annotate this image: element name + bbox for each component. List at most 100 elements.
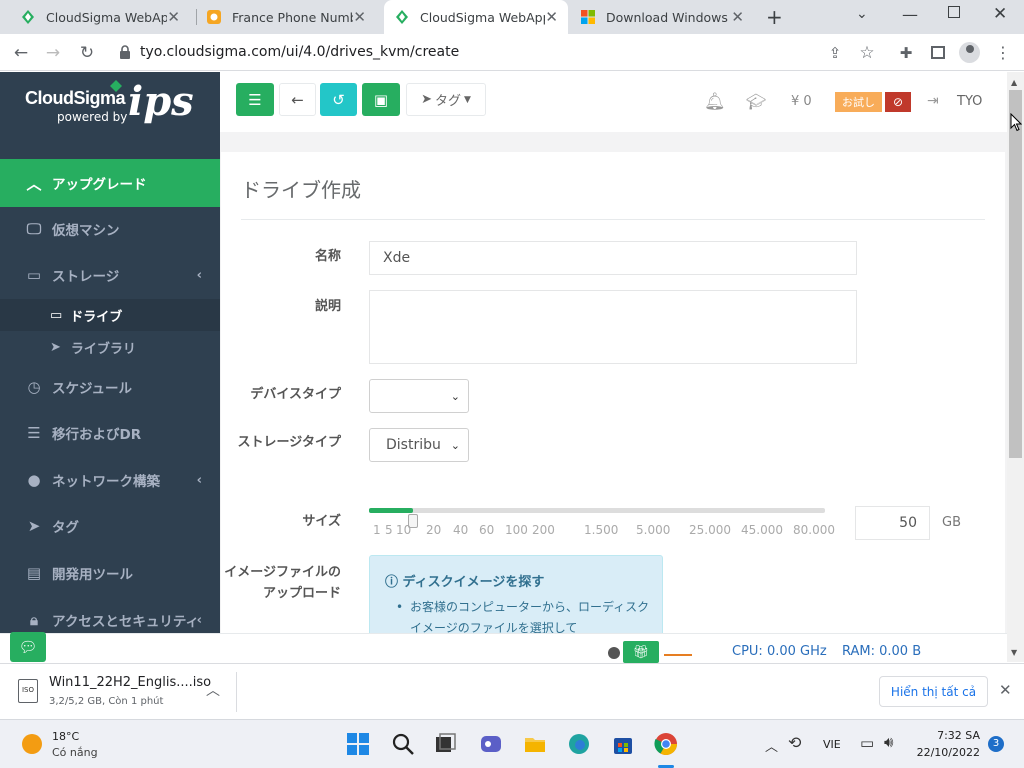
- stop-icon[interactable]: ⊘: [885, 92, 911, 112]
- scroll-down-icon[interactable]: ▼: [1011, 648, 1017, 657]
- storage-type-select[interactable]: Distribu ⌄: [369, 428, 469, 462]
- chevron-down-icon: ⌄: [450, 389, 460, 403]
- chrome-icon[interactable]: [654, 732, 678, 756]
- slider-tick-label: 100: [505, 523, 528, 537]
- sidebar-item-drive[interactable]: ▭ ドライブ: [0, 299, 220, 331]
- more-menu-icon[interactable]: ⋮: [992, 42, 1014, 64]
- list-icon: ☰: [27, 424, 41, 442]
- minimize-icon[interactable]: —: [902, 5, 918, 24]
- clock-date[interactable]: 22/10/2022: [916, 746, 980, 759]
- sidebar-item-upgrade[interactable]: ︿ アップグレード: [0, 159, 220, 207]
- network-icon[interactable]: ▭: [860, 734, 874, 752]
- store-icon[interactable]: [611, 732, 635, 756]
- logout-icon[interactable]: ⇥: [927, 93, 939, 109]
- sidebar-item-tags[interactable]: ➤ タグ: [0, 503, 220, 549]
- search-icon[interactable]: [391, 732, 415, 756]
- volume-icon[interactable]: 🔊︎: [884, 733, 893, 751]
- clock-time[interactable]: 7:32 SA: [936, 729, 980, 742]
- extensions-icon[interactable]: ✚: [895, 42, 917, 64]
- reset-button[interactable]: ↺: [320, 83, 357, 116]
- browser-toolbar: ← → ↻ tyo.cloudsigma.com/ui/4.0/drives_k…: [0, 34, 1024, 71]
- cpu-status: CPU: 0.00 GHz: [732, 644, 827, 659]
- share-icon[interactable]: ⇪: [824, 42, 846, 64]
- notification-badge[interactable]: 3: [988, 736, 1004, 752]
- tab-search-icon[interactable]: ⌄: [856, 6, 868, 22]
- sync-icon[interactable]: ⟲: [788, 733, 801, 752]
- scrollbar-thumb[interactable]: [1009, 90, 1022, 458]
- graduation-cap-icon[interactable]: 🎓︎: [746, 92, 766, 111]
- bookmark-star-icon[interactable]: ☆: [856, 42, 878, 64]
- slider-tick-label: 60: [479, 523, 495, 537]
- cloudsigma-icon: [22, 10, 34, 24]
- sidebar-item-label: 仮想マシン: [52, 223, 120, 239]
- chat-icon[interactable]: 💬︎: [10, 632, 46, 662]
- tag-icon: ➤: [27, 517, 41, 535]
- file-explorer-icon[interactable]: [523, 732, 547, 756]
- chevron-left-icon: ‹: [196, 472, 202, 488]
- browser-tab-active[interactable]: CloudSigma WebApp ✕: [384, 0, 568, 34]
- menu-toggle-button[interactable]: ☰: [236, 83, 274, 116]
- save-button[interactable]: ▣: [362, 83, 400, 116]
- profile-avatar[interactable]: [959, 42, 980, 63]
- maximize-icon[interactable]: [948, 6, 960, 18]
- back-button[interactable]: ←: [279, 83, 316, 116]
- teams-chat-icon[interactable]: [479, 732, 503, 756]
- reload-icon[interactable]: ↻: [76, 42, 98, 64]
- browser-tab[interactable]: France Phone Number ✕: [196, 0, 376, 34]
- image-box-title: ⓘ ディスクイメージを探す: [385, 571, 544, 590]
- new-tab-button[interactable]: +: [766, 5, 783, 29]
- page-title: ドライブ作成: [241, 178, 361, 202]
- close-tab-icon[interactable]: ✕: [167, 8, 180, 26]
- device-type-select[interactable]: ⌄: [369, 379, 469, 413]
- forward-icon[interactable]: →: [42, 42, 64, 64]
- sidebar-item-storage[interactable]: ▭ ストレージ ‹: [0, 252, 220, 298]
- sidebar-item-vm[interactable]: 🖵 仮想マシン: [0, 206, 220, 252]
- location-label[interactable]: TYO: [957, 94, 982, 109]
- description-textarea[interactable]: [369, 290, 857, 364]
- browser-tab[interactable]: Download Windows 11 ✕: [570, 0, 754, 34]
- info-icon: ⓘ: [385, 575, 399, 590]
- address-bar[interactable]: tyo.cloudsigma.com/ui/4.0/drives_kvm/cre…: [140, 44, 459, 60]
- sidebar-item-devtools[interactable]: ▤ 開発用ツール: [0, 550, 220, 596]
- size-input[interactable]: 50: [855, 506, 930, 540]
- back-icon[interactable]: ←: [10, 42, 32, 64]
- sidebar-item-access[interactable]: 🔒︎ アクセスとセキュリティ ‹: [0, 597, 220, 633]
- mouse-cursor-icon: [1010, 113, 1022, 132]
- browser-tabstrip: CloudSigma WebApp ✕ France Phone Number …: [0, 0, 1024, 34]
- bell-icon[interactable]: 🔔︎: [704, 92, 726, 112]
- gift-icon[interactable]: 🎁︎: [623, 641, 659, 663]
- sidebar-item-schedule[interactable]: ◷ スケジュール: [0, 364, 220, 410]
- download-filename[interactable]: Win11_22H2_Englis....iso: [49, 675, 211, 690]
- weather-temp[interactable]: 18°C: [52, 730, 79, 743]
- page-scrollbar[interactable]: ▲ ▼: [1007, 72, 1024, 662]
- name-input[interactable]: Xde: [369, 241, 857, 275]
- sidebar-item-label: ストレージ: [52, 269, 120, 285]
- chevron-up-icon[interactable]: ︿: [206, 680, 220, 700]
- close-tab-icon[interactable]: ✕: [731, 8, 744, 26]
- windows-start-icon[interactable]: [346, 732, 370, 756]
- browser-tab[interactable]: CloudSigma WebApp ✕: [10, 0, 190, 34]
- hamburger-icon: ☰: [248, 90, 262, 109]
- sidebar-item-label: ライブラリ: [70, 341, 136, 357]
- scroll-up-icon[interactable]: ▲: [1011, 78, 1017, 87]
- close-tab-icon[interactable]: ✕: [353, 8, 366, 26]
- cloudsigma-icon: [396, 10, 408, 24]
- monitor-icon: 🖵: [26, 220, 42, 238]
- sidebar-item-network[interactable]: ● ネットワーク構築 ‹: [0, 457, 220, 503]
- task-view-icon[interactable]: [433, 732, 457, 756]
- tray-overflow-icon[interactable]: ︿: [765, 736, 778, 755]
- sidepanel-icon[interactable]: [931, 46, 945, 59]
- show-all-downloads-button[interactable]: Hiển thị tất cả: [879, 676, 988, 707]
- sidebar-item-library[interactable]: ➤ ライブラリ: [0, 331, 220, 363]
- close-downloads-icon[interactable]: ✕: [999, 681, 1012, 699]
- edge-icon[interactable]: [567, 732, 591, 756]
- size-slider[interactable]: 1 5 10 20 40 60 100 200 1.500 5.000 25.000 45.000 80…: [369, 508, 835, 548]
- terminal-icon: ▤: [26, 564, 42, 582]
- tag-dropdown-button[interactable]: ➤ タグ ▼: [406, 83, 486, 116]
- close-window-icon[interactable]: ✕: [993, 4, 1007, 24]
- slider-tick-label: 1.500: [584, 523, 619, 537]
- sidebar-item-migration[interactable]: ☰ 移行およびDR: [0, 410, 220, 456]
- language-indicator[interactable]: VIE: [823, 738, 841, 751]
- weather-desc[interactable]: Có nắng: [52, 746, 98, 759]
- close-tab-icon[interactable]: ✕: [545, 8, 558, 26]
